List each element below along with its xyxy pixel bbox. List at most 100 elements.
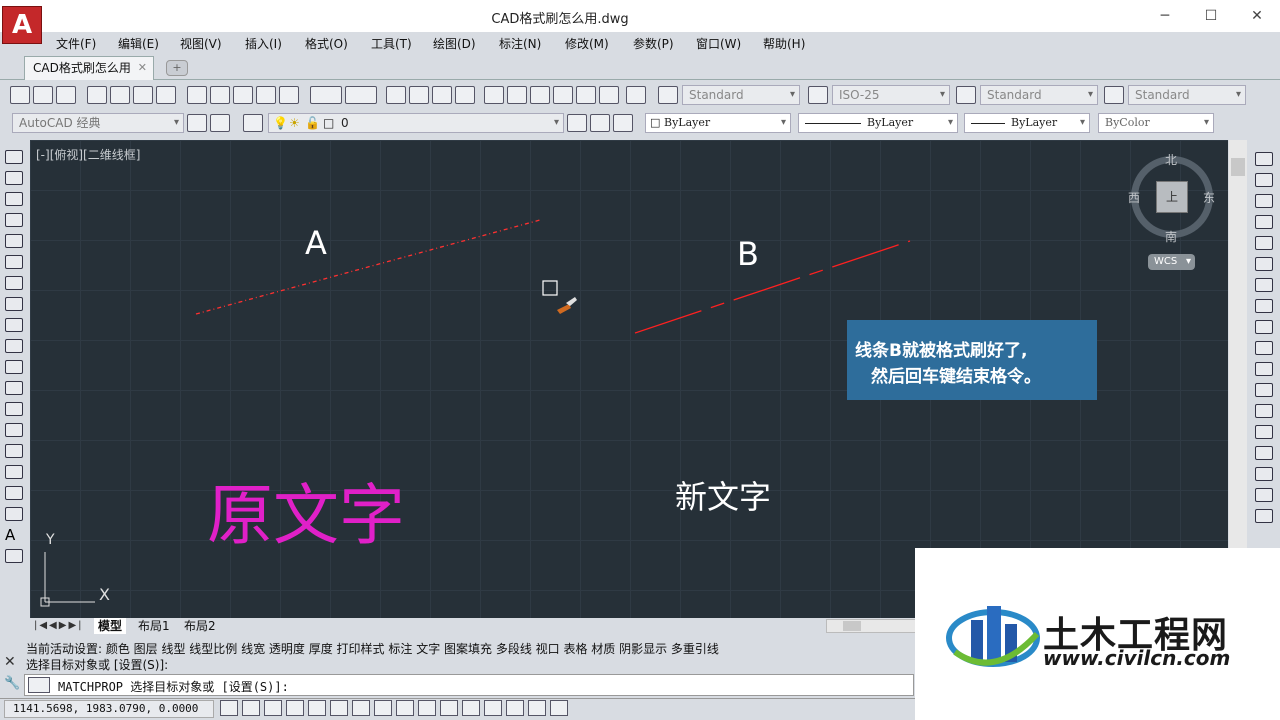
new-tab-button[interactable]: + [166, 60, 188, 76]
markup-icon[interactable] [576, 86, 596, 104]
menu-file[interactable]: 文件(F) [56, 35, 96, 52]
spline-icon[interactable] [5, 318, 23, 332]
ducs-icon[interactable] [396, 700, 414, 716]
rotate-icon[interactable] [1255, 278, 1273, 292]
construction-line-icon[interactable] [5, 171, 23, 185]
menu-window[interactable]: 窗口(W) [696, 35, 741, 52]
menu-view[interactable]: 视图(V) [180, 35, 222, 52]
transparency-icon[interactable] [462, 700, 480, 716]
copy-object-icon[interactable] [1255, 173, 1273, 187]
trim-icon[interactable] [1255, 341, 1273, 355]
open-file-icon[interactable] [33, 86, 53, 104]
insert-block-icon[interactable] [5, 381, 23, 395]
zoom-previous-icon[interactable] [455, 86, 475, 104]
plotstyle-select[interactable]: ByColor [1098, 113, 1214, 133]
workspace-switch-icon[interactable] [550, 700, 568, 716]
rectangle-icon[interactable] [5, 234, 23, 248]
scale-icon[interactable] [1255, 299, 1273, 313]
move-icon[interactable] [1255, 257, 1273, 271]
compass-east[interactable]: 东 [1203, 189, 1215, 206]
osnap-icon[interactable] [330, 700, 348, 716]
menu-dimension[interactable]: 标注(N) [499, 35, 541, 52]
otrack-icon[interactable] [374, 700, 392, 716]
tab-layout2[interactable]: 布局2 [180, 618, 220, 634]
print-preview-icon[interactable] [110, 86, 130, 104]
new-text[interactable]: 新文字 [675, 472, 771, 518]
horizontal-scrollbar-thumb[interactable] [843, 621, 861, 631]
annotation-monitor-icon[interactable] [528, 700, 546, 716]
revision-cloud-icon[interactable] [5, 297, 23, 311]
cut-icon[interactable] [187, 86, 207, 104]
text-style-select[interactable]: Standard [682, 85, 800, 105]
sheet-set-icon[interactable] [553, 86, 573, 104]
dyn-input-icon[interactable] [418, 700, 436, 716]
dashed-line-a[interactable] [195, 219, 541, 315]
menu-insert[interactable]: 插入(I) [245, 35, 282, 52]
table-style-select[interactable]: Standard [980, 85, 1098, 105]
properties-icon[interactable] [484, 86, 504, 104]
original-text[interactable]: 原文字 [207, 462, 405, 558]
zoom-realtime-icon[interactable] [409, 86, 429, 104]
hatch-icon[interactable] [5, 444, 23, 458]
ellipse-icon[interactable] [5, 339, 23, 353]
chamfer-icon[interactable] [1255, 446, 1273, 460]
offset-icon[interactable] [1255, 215, 1273, 229]
workspace-settings-icon[interactable] [187, 114, 207, 132]
snap-icon[interactable] [242, 700, 260, 716]
paste-block-icon[interactable] [256, 86, 276, 104]
tool-palettes-icon[interactable] [530, 86, 550, 104]
lineweight-toggle-icon[interactable] [440, 700, 458, 716]
erase-icon[interactable] [1255, 152, 1273, 166]
break-icon[interactable] [1255, 404, 1273, 418]
line-icon[interactable] [5, 150, 23, 164]
zoom-window-icon[interactable] [432, 86, 452, 104]
vertical-scrollbar[interactable] [1229, 140, 1247, 618]
close-command-icon[interactable]: ✕ [4, 654, 16, 670]
wrench-icon[interactable]: 🔧 [4, 676, 20, 691]
paste-icon[interactable] [233, 86, 253, 104]
compass-south[interactable]: 南 [1165, 228, 1177, 245]
table-style-icon[interactable] [956, 86, 976, 104]
pan-icon[interactable] [386, 86, 406, 104]
save-icon[interactable] [56, 86, 76, 104]
break-at-point-icon[interactable] [1255, 383, 1273, 397]
blend-curves-icon[interactable] [1255, 488, 1273, 502]
ortho-icon[interactable] [286, 700, 304, 716]
compass-west[interactable]: 西 [1128, 189, 1140, 206]
array-icon[interactable] [1255, 236, 1273, 250]
circle-icon[interactable] [5, 276, 23, 290]
color-select[interactable]: □ ByLayer [645, 113, 791, 133]
compass-north[interactable]: 北 [1165, 151, 1177, 168]
tab-model[interactable]: 模型 [94, 618, 127, 634]
publish-icon[interactable] [133, 86, 153, 104]
stretch-icon[interactable] [1255, 320, 1273, 334]
menu-tools[interactable]: 工具(T) [371, 35, 412, 52]
toolbar-lock-icon[interactable] [210, 114, 230, 132]
layer-select[interactable]: 💡 ☀ 🔓 □ 0 [268, 113, 564, 133]
fillet-icon[interactable] [1255, 467, 1273, 481]
multiline-text-icon[interactable]: A [5, 528, 23, 543]
selection-cycling-icon[interactable] [506, 700, 524, 716]
mleader-style-select[interactable]: Standard [1128, 85, 1246, 105]
lineweight-select[interactable]: ByLayer [964, 113, 1090, 133]
ellipse-arc-icon[interactable] [5, 360, 23, 374]
dim-style-icon[interactable] [808, 86, 828, 104]
quick-properties-icon[interactable] [484, 700, 502, 716]
grid-icon[interactable] [264, 700, 282, 716]
3d-osnap-icon[interactable] [352, 700, 370, 716]
menu-format[interactable]: 格式(O) [305, 35, 348, 52]
print-icon[interactable] [87, 86, 107, 104]
menu-draw[interactable]: 绘图(D) [433, 35, 476, 52]
new-file-icon[interactable] [10, 86, 30, 104]
calculator-icon[interactable] [599, 86, 619, 104]
coordinates-display[interactable]: 1141.5698, 1983.0790, 0.0000 [4, 700, 214, 718]
table-icon[interactable] [5, 507, 23, 521]
layer-previous-icon[interactable] [590, 114, 610, 132]
dim-style-select[interactable]: ISO-25 [832, 85, 950, 105]
minimize-button[interactable]: ─ [1142, 4, 1188, 28]
polyline-icon[interactable] [5, 192, 23, 206]
menu-edit[interactable]: 编辑(E) [118, 35, 159, 52]
undo-icon[interactable] [310, 86, 342, 104]
infer-constraints-icon[interactable] [220, 700, 238, 716]
close-button[interactable]: ✕ [1234, 4, 1280, 28]
